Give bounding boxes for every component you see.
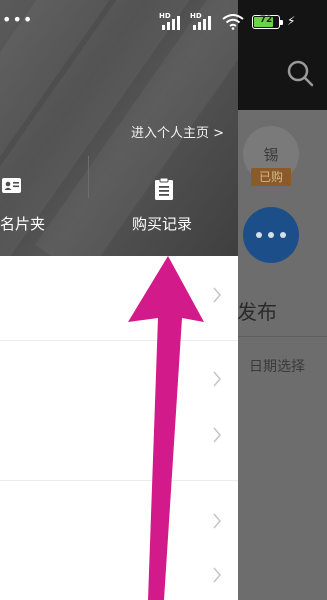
- chevron-right-icon: [213, 567, 222, 583]
- more-dot-icon: [256, 232, 262, 238]
- annotation-arrow-icon: [128, 256, 204, 600]
- clipboard-icon[interactable]: [155, 178, 173, 200]
- shortcut-divider: [88, 156, 89, 198]
- charging-icon: ⚡: [287, 14, 296, 28]
- divider: [237, 336, 327, 337]
- card-holder-label[interactable]: 名片夹: [0, 213, 45, 234]
- purchase-records-label[interactable]: 购买记录: [132, 213, 192, 234]
- status-bar: ••• HD HD 72 ⚡: [0, 0, 327, 44]
- profile-link[interactable]: 进入个人主页 >: [131, 122, 224, 141]
- chevron-right-icon: [213, 371, 222, 387]
- search-icon[interactable]: [285, 58, 315, 88]
- more-dot-icon: [268, 232, 274, 238]
- battery-nub: [280, 20, 283, 25]
- chevron-right-icon: [213, 427, 222, 443]
- signal-icon: [193, 16, 211, 30]
- more-button[interactable]: [243, 207, 299, 263]
- notification-dots-icon: •••: [2, 10, 34, 29]
- wifi-icon: [222, 14, 244, 30]
- battery-level: 72: [259, 15, 273, 25]
- chevron-right-icon: [213, 287, 222, 303]
- tab-publish[interactable]: 发布: [237, 296, 277, 325]
- chevron-right-icon: [213, 513, 222, 529]
- date-selector[interactable]: 日期选择: [249, 356, 305, 376]
- more-dot-icon: [280, 232, 286, 238]
- purchased-badge: 已购: [251, 168, 291, 186]
- avatar-text: 锡: [263, 145, 279, 164]
- battery-icon: 72: [252, 15, 283, 29]
- card-icon[interactable]: [2, 178, 21, 193]
- signal-icon: [162, 16, 180, 30]
